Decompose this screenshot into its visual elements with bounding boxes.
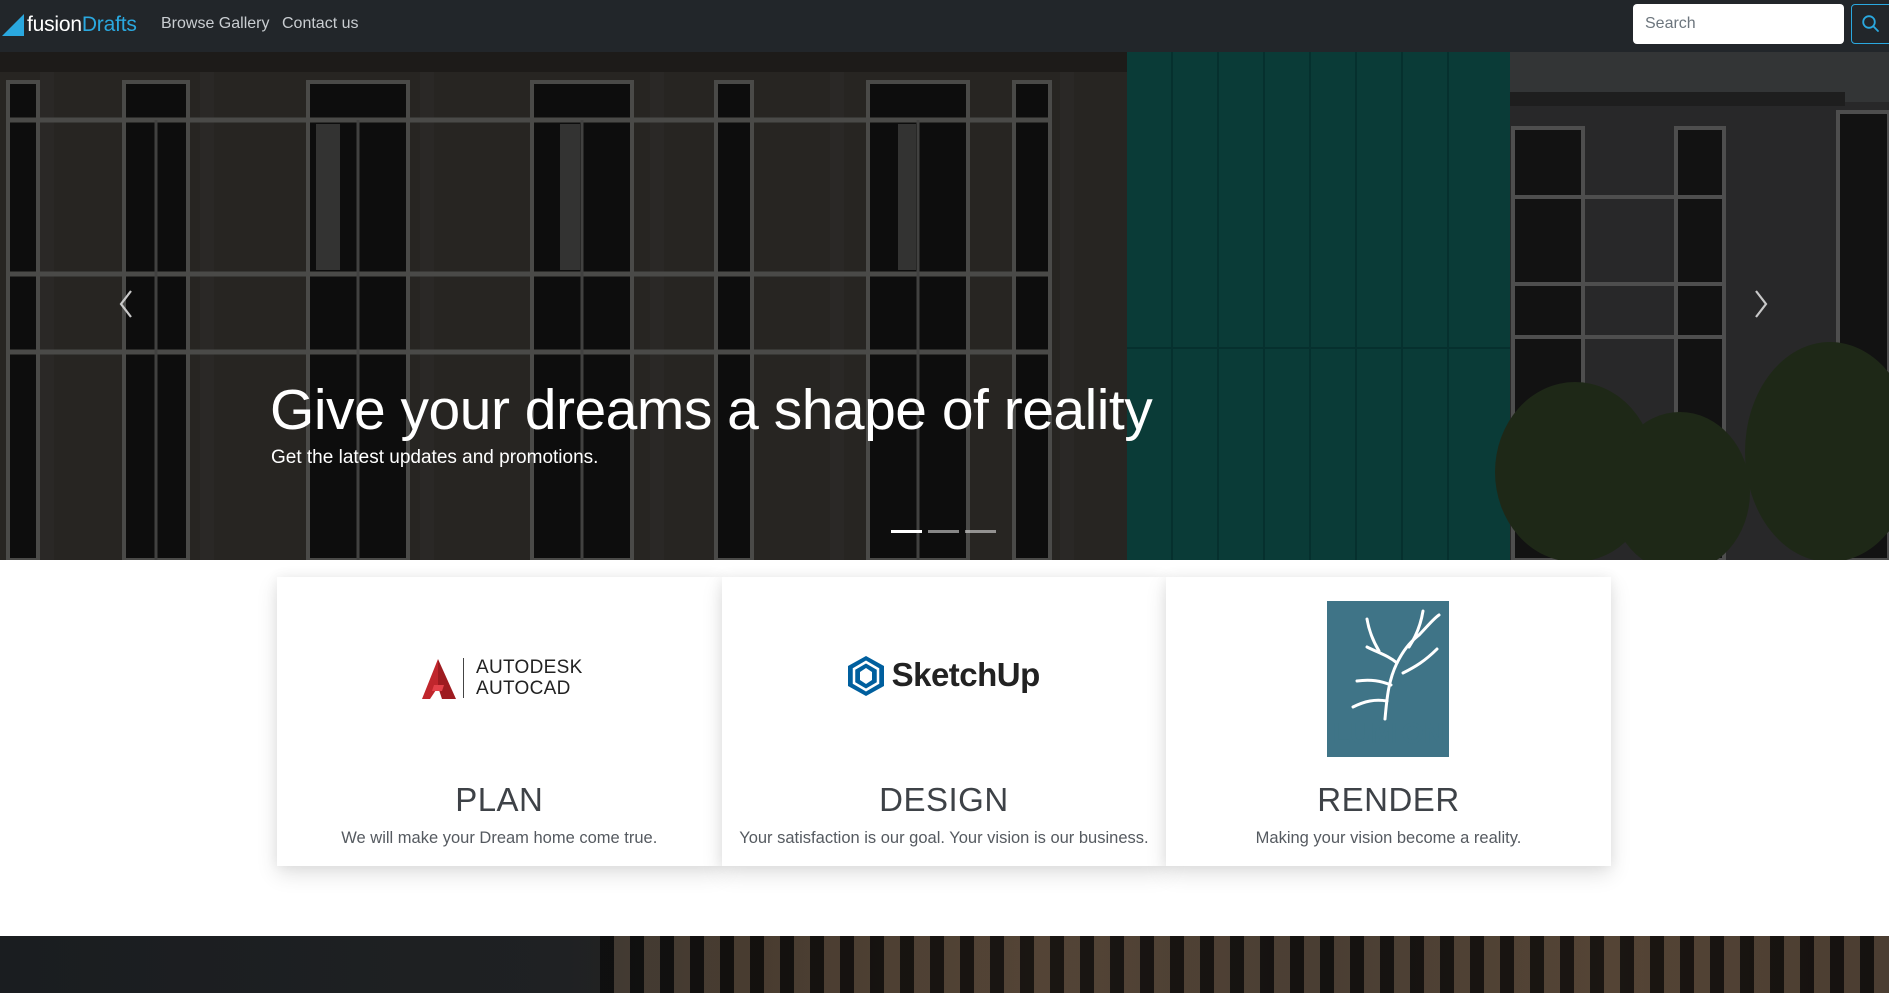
brand-mark-icon — [2, 14, 24, 36]
autocad-divider — [463, 658, 464, 698]
carousel-next-button[interactable] — [1730, 274, 1790, 334]
feature-title: PLAN — [455, 781, 544, 818]
hero-title: Give your dreams a shape of reality — [270, 378, 1153, 442]
lumion-wordmark: LUMION — [1332, 718, 1445, 750]
sketchup-wordmark: SketchUp — [891, 656, 1041, 693]
chevron-right-icon — [1755, 290, 1768, 318]
feature-title: RENDER — [1317, 781, 1460, 818]
autocad-line2: AUTOCAD — [476, 678, 571, 699]
carousel-indicator-3[interactable] — [965, 530, 996, 533]
sketchup-logo: SketchUp — [722, 577, 1167, 757]
hero-subtitle: Get the latest updates and promotions. — [271, 447, 599, 468]
feature-description: We will make your Dream home come true. — [341, 829, 658, 847]
nav-browse-gallery[interactable]: Browse Gallery — [161, 15, 269, 33]
autocad-logo: AUTODESK AUTOCAD — [277, 577, 722, 757]
autocad-wordmark: AUTODESK AUTOCAD — [476, 657, 583, 699]
brand-logo[interactable]: fusionDrafts — [2, 10, 137, 40]
feature-description: Your satisfaction is our goal. Your visi… — [739, 829, 1149, 847]
search-input[interactable] — [1633, 4, 1844, 44]
search-button[interactable] — [1851, 4, 1889, 44]
nav-contact-us[interactable]: Contact us — [282, 15, 358, 33]
lumion-logo: LUMION — [1166, 577, 1611, 757]
feature-card-plan: AUTODESK AUTOCAD PLAN We will make your … — [277, 577, 722, 866]
hero-carousel: Give your dreams a shape of reality Get … — [0, 52, 1889, 560]
autocad-mark-icon — [422, 659, 456, 699]
sketchup-mark-icon — [847, 656, 884, 696]
bottom-banner-image — [0, 936, 1889, 993]
brand-prefix: fusion — [27, 13, 82, 36]
carousel-indicators — [891, 530, 996, 533]
bottom-banner-texture — [600, 936, 1889, 993]
feature-description: Making your vision become a reality. — [1255, 829, 1522, 847]
building-facade-photo — [0, 52, 1889, 560]
autocad-line1: AUTODESK — [476, 657, 583, 678]
carousel-indicator-1[interactable] — [891, 530, 922, 533]
feature-cards: AUTODESK AUTOCAD PLAN We will make your … — [277, 577, 1611, 866]
brand-suffix: Drafts — [81, 13, 137, 36]
feature-title: DESIGN — [879, 781, 1009, 818]
top-navbar: fusionDrafts Browse Gallery Contact us — [0, 0, 1889, 52]
feature-card-design: SketchUp DESIGN Your satisfaction is our… — [721, 577, 1167, 866]
carousel-prev-button[interactable] — [97, 274, 157, 334]
carousel-indicator-2[interactable] — [928, 530, 959, 533]
brand-name: fusionDrafts — [27, 13, 137, 37]
search-icon — [1862, 15, 1879, 32]
feature-card-render: LUMION RENDER Making your vision become … — [1166, 577, 1611, 866]
chevron-left-icon — [119, 290, 132, 318]
